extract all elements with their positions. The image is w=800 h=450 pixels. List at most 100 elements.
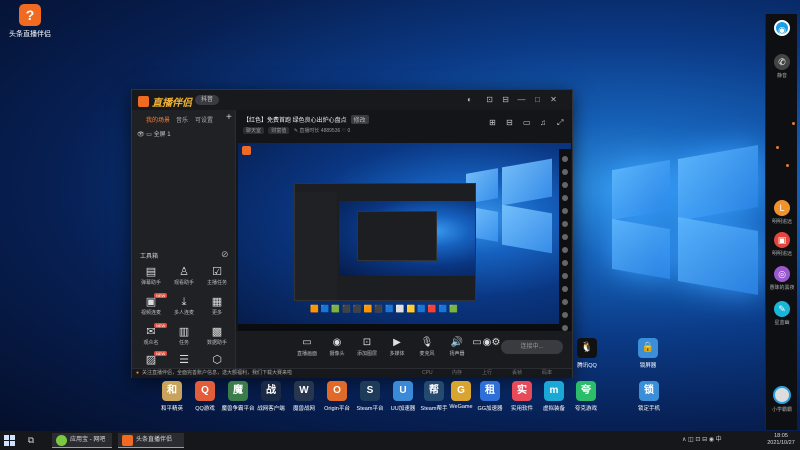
uu-icon: U bbox=[393, 381, 413, 401]
live-duration: 直播时长 4889536 bbox=[299, 128, 341, 134]
edit-icon[interactable]: ✎ bbox=[294, 128, 298, 134]
bitrate-stat: 码率 bbox=[542, 370, 553, 376]
camera-icon: ◉ bbox=[332, 337, 342, 348]
tool-hex[interactable]: ⬡ bbox=[200, 354, 234, 367]
tool-task[interactable]: ☑ 主播任务 bbox=[200, 266, 234, 286]
tool-viewer[interactable]: ♙ 观看助手 bbox=[167, 266, 201, 286]
phone-lock-icon: 锁 bbox=[639, 381, 659, 401]
cpu-stat: CPU bbox=[422, 370, 433, 376]
media-button[interactable]: ▶ 多媒体 bbox=[382, 336, 412, 357]
circle-icon: ◎ bbox=[774, 266, 790, 282]
warcraft-icon: 魔 bbox=[228, 381, 248, 401]
desktop-icon-lock[interactable]: 🔒 锁屏器 bbox=[628, 338, 668, 369]
maximize-button[interactable]: □ bbox=[532, 94, 543, 105]
side-item-label: 明明追远 bbox=[771, 251, 792, 257]
eye-icon[interactable]: 👁 bbox=[137, 132, 145, 138]
live-preview[interactable]: 🟧🟦🟩⬛⬛🟧⬛🟦⬜🟨🟦🟥🟦🟩 bbox=[238, 143, 571, 331]
data-icon: ▩ bbox=[211, 326, 223, 338]
taskbar: ⧉ 应用宝 - 网吧助 头条直播伴侣 ∧ ◫ ⊡ ⊟ ◉ 中 18:05 202… bbox=[0, 431, 800, 450]
scene-source-button[interactable]: ▭ 直播画面 bbox=[292, 336, 322, 357]
side-item-user-5[interactable]: 小学霸霸 bbox=[766, 386, 798, 413]
tool-video-link[interactable]: NEW ▣ 视频连麦 bbox=[134, 293, 168, 316]
side-item-user-1[interactable]: L 明明追远 bbox=[766, 200, 798, 225]
preview-app-logo-icon bbox=[242, 146, 251, 155]
wealth-tag[interactable]: 财富值 bbox=[268, 127, 290, 134]
feather-icon: ✎ bbox=[774, 301, 790, 317]
taskbar-app-live-companion[interactable]: 头条直播伴侣 bbox=[118, 433, 184, 448]
lock-icon[interactable]: ⊟ bbox=[506, 118, 513, 127]
add-scene-button[interactable]: + bbox=[226, 112, 232, 123]
side-item-mute[interactable]: ✆ 静音 bbox=[766, 54, 798, 79]
preview-desktop-icons: 🟧🟦🟩⬛⬛🟧⬛🟦⬜🟨🟦🟥🟦🟩 bbox=[310, 306, 461, 313]
download-icon: ⤓ bbox=[181, 296, 187, 308]
side-item-user-2[interactable]: ▣ 明明追远 bbox=[766, 232, 798, 257]
side-item-user-3[interactable]: ◎ 愚昧的黑夜 bbox=[766, 266, 798, 291]
lock-icon: 🔒 bbox=[638, 338, 658, 358]
desktop-icon-qq[interactable]: 🐧 腾讯QQ bbox=[567, 338, 607, 369]
record-button[interactable]: ▭ bbox=[472, 336, 482, 350]
taskbar-app-appstore[interactable]: 应用宝 - 网吧助 bbox=[52, 433, 112, 448]
tool-audience[interactable]: NEW ✉ 观众名 bbox=[134, 323, 168, 346]
left-pane: 我的场景 音乐 可设置 + 👁 ▭ 全屏 1 工具箱 ⊘ ▤ 弹幕助手 ♙ 观看助手… bbox=[132, 110, 236, 368]
desktop-icon-quark[interactable]: 夸夸克游戏 bbox=[566, 381, 606, 412]
preview-side-strip bbox=[559, 149, 571, 331]
tool-live-tools[interactable]: NEW ▨ bbox=[134, 351, 168, 367]
viewer-icon: ♙ bbox=[179, 266, 189, 278]
speaker-button[interactable]: 🔊 扬声器 bbox=[442, 336, 472, 357]
tab-scenes[interactable]: 我的场景 bbox=[146, 115, 170, 124]
screen-icon[interactable]: ⊡ bbox=[484, 94, 495, 105]
gift-icon: ▣ bbox=[774, 232, 790, 248]
tool-data[interactable]: ▩ 数据助手 bbox=[200, 326, 234, 346]
system-tray[interactable]: ∧ ◫ ⊡ ⊟ ◉ 中 bbox=[682, 434, 722, 443]
side-item-camera[interactable]: ◉ bbox=[766, 20, 798, 38]
microphone-button[interactable]: 🎙 麦克风 bbox=[412, 336, 442, 357]
tool-list[interactable]: ☰ bbox=[167, 354, 201, 367]
tool-more[interactable]: ▦ 更多 bbox=[200, 296, 234, 316]
notice-text[interactable]: 关注直播伴侣，全面完善账户信息，送大额福利，我们下载大赛来啦 bbox=[142, 370, 292, 376]
monitor-icon[interactable]: ▭ bbox=[523, 118, 531, 127]
room-subinfo: 聊天室 财富值 ✎ 直播时长 4889536 ♡ 0 bbox=[243, 127, 350, 134]
desktop-icon-lock-phone[interactable]: 锁锁定手机 bbox=[629, 381, 669, 412]
bell-icon[interactable]: ♫ bbox=[540, 118, 546, 127]
toolbox-settings-icon[interactable]: ⊘ bbox=[221, 249, 229, 260]
close-button[interactable]: ✕ bbox=[548, 94, 559, 105]
tab-settings[interactable]: 可设置 bbox=[195, 115, 213, 124]
side-item-label: 明明追远 bbox=[771, 219, 792, 225]
toolbox-title: 工具箱 bbox=[140, 254, 159, 260]
drop-stat: 丢帧 bbox=[512, 370, 523, 376]
start-live-button[interactable]: 连接中... bbox=[501, 340, 563, 354]
like-count: 0 bbox=[347, 128, 351, 134]
skin-icon[interactable]: ◐ bbox=[464, 94, 475, 105]
menu-icon[interactable]: ⊟ bbox=[500, 94, 511, 105]
tool-barrage[interactable]: ▤ 弹幕助手 bbox=[134, 266, 168, 286]
layer-icon: ⊡ bbox=[362, 337, 372, 348]
minimize-button[interactable]: — bbox=[516, 94, 527, 105]
main-area: 【红色】免费首跑 绿色良心出炉心盘点 修改 聊天室 财富值 ✎ 直播时长 4889… bbox=[236, 110, 572, 368]
task-view-icon[interactable]: ⧉ bbox=[24, 434, 38, 447]
control-bar: ▭ 直播画面 ◉ 摄像头 ⊡ 添加图层 ▶ 多媒体 🎙 麦克风 🔊 扬声器 ▭ ◉ ⚙ 连接… bbox=[236, 331, 572, 368]
edit-title-button[interactable]: 修改 bbox=[350, 115, 369, 124]
live-companion-logo-icon: ? bbox=[19, 4, 41, 26]
decor-dot bbox=[792, 122, 795, 125]
tool-mission[interactable]: ▥ 任务 bbox=[167, 326, 201, 346]
platform-pill[interactable]: 抖音 bbox=[195, 95, 220, 105]
settings-button[interactable]: ⚙ bbox=[491, 336, 501, 350]
start-button[interactable] bbox=[4, 435, 15, 446]
tab-music[interactable]: 音乐 bbox=[176, 115, 188, 124]
taskbar-clock[interactable]: 18:05 2021/10/27 bbox=[763, 433, 799, 447]
category-tag[interactable]: 聊天室 bbox=[243, 127, 265, 134]
layout-icon[interactable]: ⊞ bbox=[489, 118, 496, 127]
side-item-label: 静音 bbox=[776, 73, 787, 79]
camera-button[interactable]: ◉ 摄像头 bbox=[322, 336, 352, 357]
play-icon: ▶ bbox=[393, 337, 401, 348]
expand-icon[interactable]: ⤢ bbox=[557, 118, 563, 128]
scene-item[interactable]: 👁 ▭ 全屏 1 bbox=[137, 129, 171, 138]
battlenet-icon: 战 bbox=[261, 381, 281, 401]
right-side-panel: ◉ ✆ 静音 L 明明追远 ▣ 明明追远 ◎ 愚昧的黑夜 ✎ 星蓝幽 小学霸霸 bbox=[765, 14, 797, 430]
side-item-user-4[interactable]: ✎ 星蓝幽 bbox=[766, 301, 798, 326]
camera-icon: ◉ bbox=[774, 20, 790, 36]
desktop-icon-live-companion[interactable]: ? 头条直播伴侣 bbox=[4, 4, 56, 39]
add-layer-button[interactable]: ⊡ 添加图层 bbox=[352, 336, 382, 357]
tool-multi-link[interactable]: ⤓ 多人连麦 bbox=[167, 296, 201, 316]
qqgame-icon: Q bbox=[195, 381, 215, 401]
